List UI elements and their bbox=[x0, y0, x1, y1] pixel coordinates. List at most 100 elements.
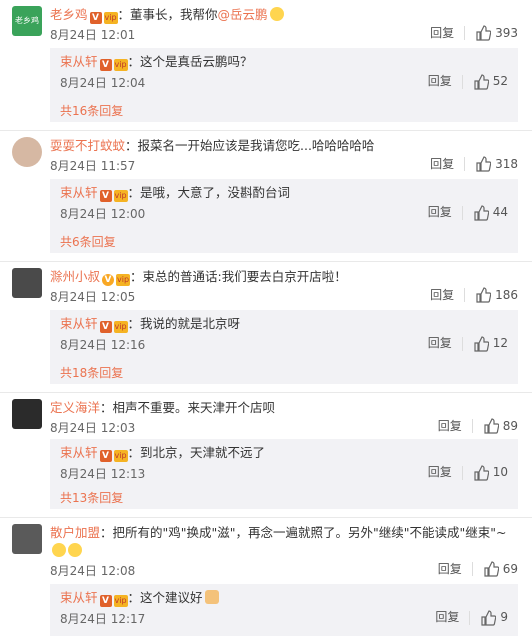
reply-button[interactable]: 回复 bbox=[430, 155, 454, 172]
reply-button[interactable]: 回复 bbox=[430, 24, 454, 41]
comment-list: 老乡鸡 老乡鸡 Vvip：董事长，我帮你@岳云鹏 8月24日 12:01 回复 39… bbox=[0, 0, 532, 636]
verified-badge-icon: V bbox=[89, 12, 102, 24]
divider bbox=[461, 205, 463, 220]
reply-button[interactable]: 回复 bbox=[438, 417, 462, 434]
avatar[interactable] bbox=[12, 524, 42, 554]
reply-time: 8月24日 12:17 bbox=[60, 612, 146, 626]
reply-actions: 回复 9 bbox=[435, 608, 508, 626]
thumbs-up-icon[interactable] bbox=[475, 286, 492, 303]
laugh-emoji-icon bbox=[68, 543, 82, 557]
vip-badge-icon: vip bbox=[113, 190, 128, 202]
thumbs-up-icon[interactable] bbox=[473, 464, 490, 481]
verified-badge-icon: V bbox=[99, 59, 112, 71]
divider bbox=[471, 418, 473, 433]
vip-badge-icon: vip bbox=[116, 274, 131, 286]
comment-time: 8月24日 12:01 bbox=[50, 28, 136, 42]
comment-text: 耍耍不打蚊蚊：报菜名一开始应该是我请您吃...哈哈哈哈哈 bbox=[50, 137, 522, 155]
reply-username[interactable]: 束从轩 bbox=[60, 54, 98, 69]
divider bbox=[469, 610, 471, 625]
like-count: 12 bbox=[492, 336, 508, 350]
reply-button[interactable]: 回复 bbox=[435, 610, 459, 624]
comment-item: 散户加盟：把所有的"鸡"换成"滋"，再念一遍就照了。另外"继续"不能读成"继束"… bbox=[0, 518, 532, 636]
username[interactable]: 定义海洋 bbox=[50, 400, 100, 415]
username[interactable]: 耍耍不打蚊蚊 bbox=[50, 138, 125, 153]
divider bbox=[464, 287, 466, 302]
divider bbox=[464, 156, 466, 171]
reply-text: 束从轩 Vvip：我说的就是北京呀 bbox=[60, 315, 240, 333]
username[interactable]: 散户加盟 bbox=[50, 525, 100, 540]
reply-box: 束从轩 Vvip：我说的就是北京呀 8月24日 12:16 回复 12 共18条回复 bbox=[50, 310, 518, 384]
comment-time: 8月24日 12:08 bbox=[50, 564, 136, 578]
reply-text: 束从轩 Vvip：到北京，天津就不远了 bbox=[60, 444, 265, 462]
comment-actions: 回复 89 bbox=[438, 417, 518, 434]
vip-badge-icon: vip bbox=[113, 321, 128, 333]
comment-text: 老乡鸡 Vvip：董事长，我帮你@岳云鹏 bbox=[50, 6, 522, 24]
reply-username[interactable]: 束从轩 bbox=[60, 185, 98, 200]
thumbs-up-emoji-icon bbox=[204, 590, 219, 604]
thumbs-up-icon[interactable] bbox=[473, 73, 490, 90]
avatar[interactable]: 老乡鸡 bbox=[12, 6, 42, 36]
divider bbox=[461, 74, 463, 89]
comment-body: ：相声不重要。来天津开个店呗 bbox=[100, 400, 276, 415]
reply-box: 束从轩 Vvip：这个是真岳云鹏吗？ 8月24日 12:04 回复 52 共16条回… bbox=[50, 48, 518, 122]
like-count: 89 bbox=[502, 418, 518, 433]
username[interactable]: 滁州小叔 bbox=[50, 269, 100, 284]
vip-badge-icon: vip bbox=[103, 12, 118, 24]
more-replies-link[interactable]: 共6条回复 bbox=[60, 233, 116, 250]
username[interactable]: 老乡鸡 bbox=[50, 7, 88, 22]
mention-link[interactable]: @岳云鹏 bbox=[218, 7, 268, 22]
reply-button[interactable]: 回复 bbox=[438, 560, 462, 577]
reply-text: 束从轩 Vvip：是哦，大意了，没斟酌台词 bbox=[60, 184, 290, 202]
comment-item: 定义海洋：相声不重要。来天津开个店呗 8月24日 12:03 回复 89 束从轩 V… bbox=[0, 393, 532, 518]
reply-box: 束从轩 Vvip：是哦，大意了，没斟酌台词 8月24日 12:00 回复 44 共6… bbox=[50, 179, 518, 253]
comment-body: ：把所有的"鸡"换成"滋"，再念一遍就照了。另外"继续"不能读成"继束"~ bbox=[100, 525, 507, 540]
vip-badge-icon: vip bbox=[113, 595, 128, 607]
reply-body: ：这个建议好 bbox=[127, 590, 203, 605]
reply-button[interactable]: 回复 bbox=[428, 205, 452, 219]
reply-button[interactable]: 回复 bbox=[430, 286, 454, 303]
like-count: 10 bbox=[492, 465, 508, 479]
reply-box: 束从轩 Vvip：到北京，天津就不远了 8月24日 12:13 回复 10 共13条… bbox=[50, 439, 518, 509]
comment-actions: 回复 69 bbox=[438, 560, 518, 577]
reply-body: ：这个是真岳云鹏吗？ bbox=[127, 54, 253, 69]
like-count: 69 bbox=[502, 561, 518, 576]
more-replies-link[interactable]: 共18条回复 bbox=[60, 364, 123, 381]
vip-badge-icon: vip bbox=[113, 450, 128, 462]
reply-username[interactable]: 束从轩 bbox=[60, 445, 98, 460]
thumbs-up-icon[interactable] bbox=[480, 609, 497, 626]
avatar[interactable] bbox=[12, 268, 42, 298]
like-count: 44 bbox=[492, 205, 508, 219]
divider bbox=[461, 465, 463, 480]
more-replies-link[interactable]: 共16条回复 bbox=[60, 102, 123, 119]
like-count: 393 bbox=[495, 25, 518, 40]
reply-body: ：到北京，天津就不远了 bbox=[127, 445, 266, 460]
reply-time: 8月24日 12:00 bbox=[60, 207, 146, 221]
reply-username[interactable]: 束从轩 bbox=[60, 590, 98, 605]
verified-badge-icon: V bbox=[99, 190, 112, 202]
reply-button[interactable]: 回复 bbox=[428, 336, 452, 350]
avatar[interactable] bbox=[12, 399, 42, 429]
like-count: 186 bbox=[495, 287, 518, 302]
comment-item: 耍耍不打蚊蚊：报菜名一开始应该是我请您吃...哈哈哈哈哈 8月24日 11:57… bbox=[0, 131, 532, 262]
reply-button[interactable]: 回复 bbox=[428, 74, 452, 88]
thumbs-up-icon[interactable] bbox=[475, 24, 492, 41]
thumbs-up-icon[interactable] bbox=[473, 335, 490, 352]
reply-actions: 回复 10 bbox=[428, 463, 508, 481]
comment-time: 8月24日 11:57 bbox=[50, 159, 136, 173]
like-count: 318 bbox=[495, 156, 518, 171]
avatar[interactable] bbox=[12, 137, 42, 167]
comment-item: 滁州小叔 Vvip：束总的普通话:我们要去白京开店啦！ 8月24日 12:05 回… bbox=[0, 262, 532, 393]
thumbs-up-icon[interactable] bbox=[483, 417, 500, 434]
verified-badge-icon: V bbox=[99, 321, 112, 333]
thumbs-up-icon[interactable] bbox=[475, 155, 492, 172]
reply-box: 束从轩 Vvip：这个建议好 8月24日 12:17 回复 9 bbox=[50, 584, 518, 636]
laugh-emoji-icon bbox=[52, 543, 66, 557]
reply-username[interactable]: 束从轩 bbox=[60, 316, 98, 331]
thumbs-up-icon[interactable] bbox=[473, 204, 490, 221]
reply-button[interactable]: 回复 bbox=[428, 465, 452, 479]
verified-badge-icon: V bbox=[99, 595, 112, 607]
thumbs-up-icon[interactable] bbox=[483, 560, 500, 577]
more-replies-link[interactable]: 共13条回复 bbox=[60, 489, 123, 506]
verified-badge-icon: V bbox=[102, 274, 115, 286]
vip-badge-icon: vip bbox=[113, 59, 128, 71]
